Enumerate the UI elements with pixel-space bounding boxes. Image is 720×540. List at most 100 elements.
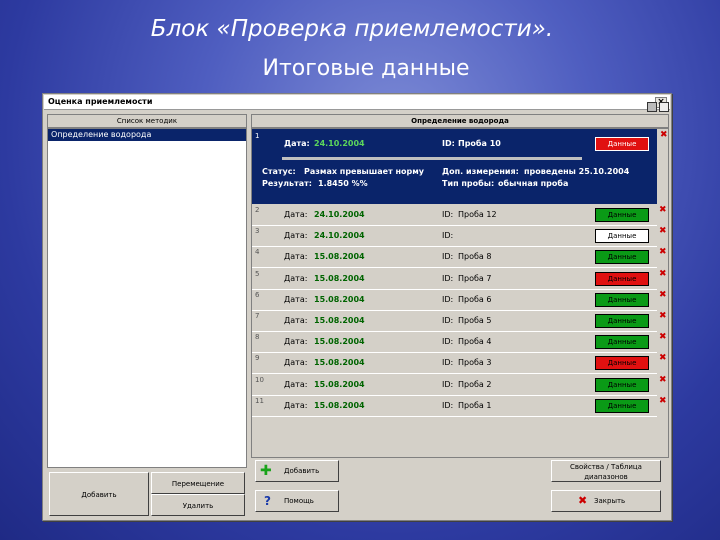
id-label: ID: <box>442 316 454 325</box>
data-button[interactable]: Данные <box>595 356 649 371</box>
id-label: ID: <box>442 400 454 410</box>
date-value: 15.08.2004 <box>314 379 365 389</box>
date-label: Дата: <box>284 358 308 368</box>
status-value: Размах превышает норму <box>304 167 425 176</box>
delete-method-button[interactable]: Удалить <box>151 494 245 516</box>
methods-panel: Список методик Определение водорода Доба… <box>47 114 247 519</box>
delete-icon[interactable]: ✖ <box>659 396 667 405</box>
id-label: ID: <box>442 210 454 219</box>
date-value: 15.08.2004 <box>314 294 365 304</box>
delete-icon[interactable]: ✖ <box>659 375 667 384</box>
add-measure-label: Добавить <box>284 467 320 475</box>
table-row[interactable]: 6 Дата: 15.08.2004 ID: Проба 6 Данные ✖ <box>252 290 667 311</box>
date-label: Дата: <box>284 316 308 325</box>
id-value: Проба 7 <box>458 273 492 283</box>
id-value: Проба 6 <box>458 294 492 304</box>
row-index: 8 <box>255 333 260 342</box>
save-icon[interactable] <box>647 102 657 112</box>
result-value: 1.8450 %% <box>318 179 368 188</box>
date-value: 24.10.2004 <box>314 139 365 148</box>
method-item[interactable]: Определение водорода <box>48 129 246 141</box>
date-value: 15.08.2004 <box>314 358 365 368</box>
id-label: ID: <box>442 139 455 148</box>
table-row[interactable]: 7 Дата: 15.08.2004 ID: Проба 5 Данные ✖ <box>252 311 667 332</box>
table-row[interactable]: 9 Дата: 15.08.2004 ID: Проба 3 Данные ✖ <box>252 353 667 375</box>
date-value: 24.10.2004 <box>314 210 365 219</box>
close-button[interactable]: ✖ Закрыть <box>551 490 661 512</box>
row-index: 6 <box>255 290 260 299</box>
table-row[interactable]: 4 Дата: 15.08.2004 ID: Проба 8 Данные ✖ <box>252 247 667 269</box>
close-x-icon: ✖ <box>578 494 588 507</box>
delete-icon[interactable]: ✖ <box>659 290 667 299</box>
slide-title-line-1: Блок «Проверка приемлемости». <box>150 16 554 42</box>
id-label: ID: <box>442 252 454 262</box>
delete-icon[interactable]: ✖ <box>659 206 667 215</box>
row-index: 10 <box>255 375 264 384</box>
data-button[interactable]: Данные <box>595 398 649 413</box>
extra-value: проведены 25.10.2004 <box>524 167 630 176</box>
id-label: ID: <box>442 337 454 347</box>
help-button[interactable]: ? Помощь <box>255 490 339 512</box>
help-label: Помощь <box>284 497 314 505</box>
results-list: 1 Дата: 24.10.2004 ID: Проба 10 Данные С… <box>251 128 669 458</box>
table-row[interactable]: 5 Дата: 15.08.2004 ID: Проба 7 Данные ✖ <box>252 269 667 290</box>
row-index: 4 <box>255 248 260 257</box>
id-value: Проба 12 <box>458 210 497 219</box>
date-label: Дата: <box>284 139 310 148</box>
data-button[interactable]: Данные <box>595 137 649 151</box>
add-method-button[interactable]: Добавить <box>49 472 149 516</box>
plus-icon: ✚ <box>260 463 272 479</box>
delete-icon[interactable]: ✖ <box>659 333 667 342</box>
table-row[interactable]: 8 Дата: 15.08.2004 ID: Проба 4 Данные ✖ <box>252 332 667 354</box>
table-row[interactable]: 11 Дата: 15.08.2004 ID: Проба 1 Данные ✖ <box>252 396 667 417</box>
close-label: Закрыть <box>594 497 626 505</box>
results-header: Определение водорода <box>251 114 669 128</box>
id-value: Проба 10 <box>458 139 501 148</box>
id-value: Проба 5 <box>458 316 492 325</box>
data-button[interactable]: Данные <box>595 208 649 222</box>
row-index: 7 <box>255 312 260 320</box>
results-panel: Определение водорода 1 Дата: 24.10.2004 … <box>251 102 669 519</box>
properties-button[interactable]: Свойства / Таблица диапазонов <box>551 460 661 482</box>
date-label: Дата: <box>284 294 308 304</box>
date-label: Дата: <box>284 273 308 283</box>
data-button[interactable]: Данные <box>595 314 649 328</box>
id-label: ID: <box>442 379 454 389</box>
move-button[interactable]: Перемещение <box>151 472 245 494</box>
add-measure-button[interactable]: ✚ Добавить <box>255 460 339 482</box>
data-button[interactable]: Данные <box>595 229 649 244</box>
data-button[interactable]: Данные <box>595 292 649 307</box>
id-value: Проба 3 <box>458 358 492 368</box>
delete-icon[interactable]: ✖ <box>659 227 667 236</box>
data-button[interactable]: Данные <box>595 335 649 350</box>
row-index: 1 <box>255 132 260 140</box>
delete-icon[interactable]: ✖ <box>659 269 667 278</box>
date-value: 24.10.2004 <box>314 231 365 241</box>
id-label: ID: <box>442 358 454 368</box>
date-label: Дата: <box>284 400 308 410</box>
status-label: Статус: <box>262 167 296 176</box>
row-index: 2 <box>255 206 260 214</box>
delete-icon[interactable]: ✖ <box>659 312 667 321</box>
app-window: Оценка приемлемости × Список методик Опр… <box>42 93 672 521</box>
extra-label: Доп. измерения: <box>442 167 519 176</box>
date-value: 15.08.2004 <box>314 400 365 410</box>
id-value: Проба 4 <box>458 337 492 347</box>
print-icon[interactable] <box>659 102 669 112</box>
data-button[interactable]: Данные <box>595 377 649 392</box>
delete-icon[interactable]: ✖ <box>659 354 667 363</box>
id-value: Проба 2 <box>458 379 492 389</box>
data-button[interactable]: Данные <box>595 271 649 286</box>
methods-list: Определение водорода <box>47 128 247 468</box>
selected-row[interactable]: 1 Дата: 24.10.2004 ID: Проба 10 Данные С… <box>252 129 668 204</box>
delete-icon[interactable]: ✖ <box>660 131 668 140</box>
date-value: 15.08.2004 <box>314 273 365 283</box>
slide-title-line-2: Итоговые данные <box>262 56 470 81</box>
id-value: Проба 8 <box>458 252 492 262</box>
data-button[interactable]: Данные <box>595 250 649 265</box>
table-row[interactable]: 10 Дата: 15.08.2004 ID: Проба 2 Данные ✖ <box>252 375 667 396</box>
table-row[interactable]: 2 Дата: 24.10.2004 ID: Проба 12 Данные ✖ <box>252 205 667 226</box>
table-row[interactable]: 3 Дата: 24.10.2004 ID: Данные ✖ <box>252 226 667 248</box>
delete-icon[interactable]: ✖ <box>659 248 667 257</box>
window-titlebar: Оценка приемлемости × <box>44 95 670 110</box>
